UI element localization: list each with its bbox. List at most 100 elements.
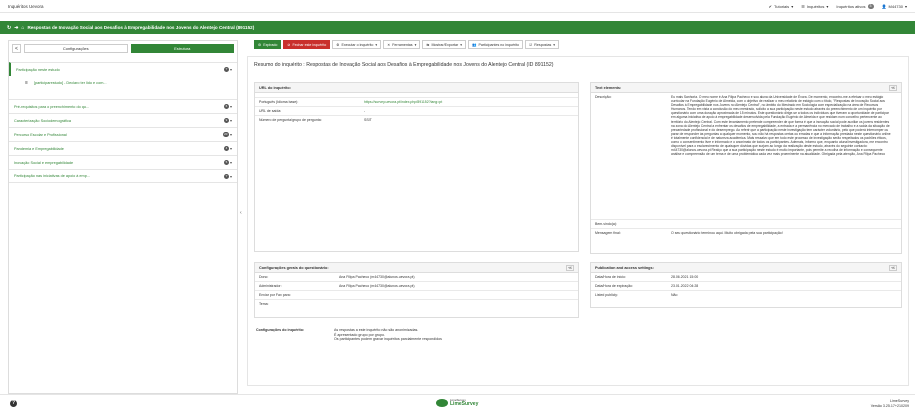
sidebar: < Configurações Estrutura Participação n… — [8, 40, 238, 394]
group-label[interactable]: Participação neste estudo — [16, 68, 224, 72]
question-count-badge: 20 — [222, 132, 229, 137]
user-menu[interactable]: 👤 M44730 ▾ — [882, 4, 907, 9]
row-label: Administrador: — [259, 284, 282, 288]
row-value: SSIT — [364, 118, 372, 122]
description-text: Eu mais Sanhoria. O meu nome é Ana Filip… — [671, 95, 891, 157]
run-survey-button[interactable]: ⚙ Executar o inquérito ▾ — [332, 40, 382, 49]
close-survey-button[interactable]: ⊘ Fechar este inquérito — [283, 40, 331, 49]
row-value: Ana Filipa Pacheco (m44730@alunos.uevora… — [339, 284, 415, 288]
question-group[interactable]: Participação nas iniciativas de apoio à … — [9, 169, 237, 183]
row-value: 28.06.2021 15:00 — [671, 275, 699, 279]
export-icon: ⇆ — [426, 42, 430, 47]
url-panel: URL do inquérito: Português (Idioma base… — [254, 82, 579, 252]
participants-button[interactable]: 👥 Participantes no inquérito — [468, 40, 524, 49]
publication-panel: Publication and access settings: ≪ Data/H… — [590, 262, 902, 308]
caret-down-icon[interactable]: ▾ — [230, 160, 232, 165]
caret-down-icon[interactable]: ▾ — [230, 67, 232, 72]
question-group[interactable]: Participação neste estudo ? ▾ — [9, 62, 237, 76]
stop-icon: ⊘ — [287, 42, 291, 47]
collapse-toggle-icon[interactable]: ≪ — [889, 84, 897, 91]
config-label: Configurações do inquérito: — [256, 328, 305, 332]
row-value: - — [364, 109, 366, 113]
row-label: Número de pergunta/grupo de pergunta: — [259, 118, 322, 122]
row-label: Dono: — [259, 275, 269, 279]
site-brand[interactable]: Inquéritos Uevora — [8, 4, 44, 9]
help-icon[interactable]: ? — [10, 400, 17, 407]
question-count-badge: ? — [223, 173, 229, 179]
tutorials-icon: ✔ — [768, 3, 772, 9]
question-group[interactable]: Pandemia e Empregabilidade 4 ▾ — [9, 141, 237, 155]
row-label: Tema: — [259, 302, 269, 306]
cog-icon: ⚙ — [336, 42, 340, 47]
group-label[interactable]: Pré-requisitos para o preenchimento do q… — [14, 105, 224, 109]
version-info: LimeSurvey Versão 3.25.17+210209 — [870, 399, 909, 408]
survey-config-block: Configurações do inquérito: As respostas… — [254, 328, 579, 342]
survey-title[interactable]: Respostas de Inovação Social aos Desafio… — [27, 25, 254, 30]
drag-handle-icon[interactable]: ≡ — [25, 80, 28, 86]
wrench-icon: ✕ — [387, 42, 391, 47]
tutorials-menu[interactable]: ✔ Tutoriais ▾ — [769, 4, 794, 9]
responses-icon: ☑ — [529, 42, 533, 47]
surveys-menu[interactable]: ☰ Inquéritos ▾ — [801, 4, 828, 9]
caret-down-icon[interactable]: ▾ — [230, 146, 232, 151]
question-count-badge: 6 — [223, 104, 229, 109]
responses-button[interactable]: ☑ Respostas ▾ — [525, 40, 560, 49]
display-export-button[interactable]: ⇆ Mostrar/Exportar ▾ — [422, 40, 467, 49]
limesurvey-logo[interactable]: LimeSurvey LimeSurvey — [436, 399, 478, 407]
survey-toolbar: ⚙ Expirado ⊘ Fechar este inquérito ⚙ Execut… — [254, 40, 560, 50]
question-group[interactable]: Pré-requisitos para o preenchimento do q… — [9, 99, 237, 113]
question-label[interactable]: [participarestudo] - Declaro ter lido e … — [34, 81, 107, 85]
user-icon: 👤 — [881, 3, 887, 9]
group-label[interactable]: Percurso Escolar e Profissional — [14, 133, 223, 137]
group-label[interactable]: Caracterização Sociodemográfica — [14, 119, 224, 123]
config-line: Os participantes podem gravar inquéritos… — [334, 337, 442, 342]
sidebar-resize-handle[interactable]: ‹ — [240, 210, 242, 216]
question-group[interactable]: Inovação Social e empregabilidade 5 ▾ — [9, 155, 237, 169]
tab-structure[interactable]: Estrutura — [130, 44, 234, 53]
collapse-sidebar-button[interactable]: < — [12, 44, 21, 53]
row-value: 23.01.2022 04:28 — [671, 284, 699, 288]
tab-settings[interactable]: Configurações — [24, 44, 128, 53]
text-elements-panel: Text elements: ≪ Descrição: Eu mais Sanho… — [590, 82, 902, 254]
refresh-icon[interactable]: ↻ — [7, 25, 11, 31]
list-icon: ☰ — [801, 3, 805, 9]
limesurvey-logo-icon — [436, 399, 448, 407]
active-count-badge: 3 — [867, 3, 874, 9]
tools-button[interactable]: ✕ Ferramentas ▾ — [383, 40, 421, 49]
question-count-badge: 4 — [223, 146, 229, 151]
active-surveys-menu[interactable]: Inquéritos ativos 3 — [836, 3, 874, 9]
row-label: Listed publicly: — [595, 293, 618, 297]
caret-down-icon[interactable]: ▾ — [230, 104, 232, 109]
group-label[interactable]: Inovação Social e empregabilidade — [14, 161, 224, 165]
row-label: Mensagem final: — [595, 231, 621, 235]
survey-url-link[interactable]: https://survey.uevora.pt/index.php/89115… — [360, 98, 446, 106]
collapse-toggle-icon[interactable]: ≪ — [889, 264, 897, 271]
row-label: Português (Idioma base): — [259, 100, 299, 104]
row-value — [335, 291, 343, 299]
users-icon: 👥 — [472, 42, 477, 47]
question-group[interactable]: Percurso Escolar e Profissional 20 ▾ — [9, 127, 237, 141]
question-count-badge: ? — [223, 67, 229, 72]
general-settings-header: Configurações gerais do questionário: ≪ — [255, 263, 578, 273]
collapse-toggle-icon[interactable]: ≪ — [566, 264, 574, 271]
caret-down-icon[interactable]: ▾ — [230, 118, 232, 123]
row-value: Ana Filipa Pacheco (m44730@alunos.uevora… — [339, 275, 415, 279]
caret-down-icon[interactable]: ▾ — [230, 174, 232, 179]
question-item[interactable]: ≡ [participarestudo] - Declaro ter lido … — [9, 76, 237, 90]
row-label: Data/Hora de início: — [595, 275, 626, 279]
row-label: Bem-vindo(a): — [595, 222, 617, 226]
row-value: Não — [671, 293, 678, 297]
survey-title-bar: ↻ ➜ ⌂ Respostas de Inovação Social aos D… — [0, 21, 915, 34]
caret-down-icon[interactable]: ▾ — [230, 132, 232, 137]
text-elements-header: Text elements: ≪ — [591, 83, 901, 93]
question-count-badge: 9 — [223, 118, 229, 123]
row-value — [335, 300, 343, 308]
expired-button[interactable]: ⚙ Expirado — [254, 40, 282, 49]
question-group[interactable]: Caracterização Sociodemográfica 9 ▾ — [9, 113, 237, 127]
arrow-right-icon: ➜ — [14, 24, 19, 31]
gear-icon: ⚙ — [258, 42, 262, 47]
home-icon[interactable]: ⌂ — [21, 25, 24, 31]
group-label[interactable]: Participação nas iniciativas de apoio à … — [14, 174, 224, 178]
group-label[interactable]: Pandemia e Empregabilidade — [14, 147, 224, 151]
url-panel-header: URL do inquérito: — [255, 83, 578, 93]
